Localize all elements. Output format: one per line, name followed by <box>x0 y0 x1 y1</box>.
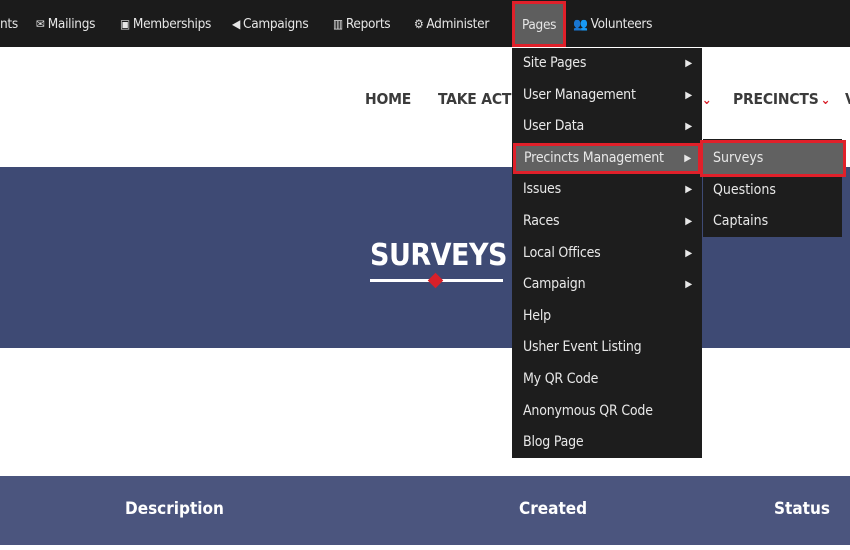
menu-item-campaign[interactable]: Campaign ▶ <box>512 269 702 300</box>
menu-item-local-offices[interactable]: Local Offices ▶ <box>512 238 702 269</box>
menu-item-label: Local Offices <box>523 244 601 261</box>
menu-item-label: Anonymous QR Code <box>523 402 653 419</box>
toolbar-label: Pages <box>522 17 557 33</box>
submenu-item-surveys[interactable]: Surveys <box>700 140 846 177</box>
column-created[interactable]: Created <box>519 499 587 519</box>
nav-item-partial-right[interactable]: V <box>845 90 850 108</box>
envelope-icon: ✉ <box>36 17 45 31</box>
menu-item-label: Issues <box>523 181 561 198</box>
caret-right-icon: ▶ <box>685 216 692 227</box>
menu-item-blog-page[interactable]: Blog Page <box>512 427 702 458</box>
toolbar-item-memberships[interactable]: ▣ Memberships <box>120 0 211 47</box>
chevron-down-icon: ⌄ <box>701 93 712 108</box>
gears-icon: ⚙ <box>414 17 424 31</box>
menu-item-label: Precincts Management <box>524 149 664 166</box>
admin-toolbar: nts ✉ Mailings ▣ Memberships ◀ Campaigns ▥ R… <box>0 0 850 47</box>
menu-item-label: My QR Code <box>523 371 599 387</box>
bullhorn-icon: ◀ <box>232 17 241 31</box>
toolbar-item-reports[interactable]: ▥ Reports <box>333 0 391 47</box>
bar-chart-icon: ▥ <box>333 17 343 31</box>
caret-right-icon: ▶ <box>685 58 692 69</box>
column-description[interactable]: Description <box>125 499 224 519</box>
table-header: Description Created Status <box>0 476 850 545</box>
toolbar-item-administer[interactable]: ⚙ Administer <box>414 0 489 47</box>
nav-home[interactable]: HOME <box>365 90 411 108</box>
menu-item-label: Usher Event Listing <box>523 339 642 356</box>
id-card-icon: ▣ <box>120 17 130 31</box>
submenu-item-questions[interactable]: Questions <box>703 175 842 206</box>
nav-label: PRECINCTS <box>733 90 819 108</box>
chevron-down-icon: ⌄ <box>820 93 831 108</box>
nav-take-action[interactable]: TAKE ACTI <box>438 90 516 108</box>
menu-item-usher-event-listing[interactable]: Usher Event Listing <box>512 332 702 363</box>
menu-item-races[interactable]: Races ▶ <box>512 206 702 237</box>
toolbar-item-volunteers[interactable]: 👥 Volunteers <box>573 0 652 47</box>
page-title: SURVEYS <box>370 238 507 273</box>
menu-item-label: User Management <box>523 86 636 103</box>
menu-item-label: User Data <box>523 118 584 135</box>
menu-item-issues[interactable]: Issues ▶ <box>512 174 702 205</box>
menu-item-label: Campaign <box>523 276 586 293</box>
toolbar-label: nts <box>0 16 18 32</box>
menu-item-my-qr-code[interactable]: My QR Code <box>512 364 702 395</box>
caret-right-icon: ▶ <box>685 121 692 133</box>
toolbar-label: Administer <box>426 16 490 32</box>
menu-item-label: Blog Page <box>523 434 584 451</box>
menu-item-precincts-management[interactable]: Precincts Management ▶ <box>513 142 701 174</box>
toolbar-item-campaigns[interactable]: ◀ Campaigns <box>232 0 309 47</box>
precincts-submenu: Surveys Questions Captains <box>700 139 846 237</box>
toolbar-item-mailings[interactable]: ✉ Mailings <box>36 0 95 47</box>
menu-item-label: Site Pages <box>523 55 587 71</box>
menu-item-label: Help <box>523 307 551 324</box>
menu-item-help[interactable]: Help <box>512 301 702 332</box>
caret-right-icon: ▶ <box>685 89 692 101</box>
menu-item-site-pages[interactable]: Site Pages ▶ <box>512 48 702 79</box>
toolbar-label: Memberships <box>132 16 212 32</box>
caret-right-icon: ▶ <box>685 184 692 196</box>
nav-precincts[interactable]: PRECINCTS ⌄ <box>733 90 830 108</box>
menu-item-label: Races <box>523 213 560 229</box>
toolbar-item-events[interactable]: nts <box>0 0 18 47</box>
pages-dropdown-menu: Site Pages ▶ User Management ▶ User Data ▶ Pre… <box>512 48 702 458</box>
column-status[interactable]: Status <box>774 499 830 519</box>
toolbar-label: Campaigns <box>243 16 309 32</box>
menu-item-anonymous-qr-code[interactable]: Anonymous QR Code <box>512 396 702 427</box>
toolbar-label: Mailings <box>47 16 96 32</box>
caret-right-icon: ▶ <box>685 247 692 259</box>
menu-item-user-data[interactable]: User Data ▶ <box>512 111 702 142</box>
submenu-item-captains[interactable]: Captains <box>703 206 842 237</box>
toolbar-item-pages[interactable]: Pages <box>512 1 567 47</box>
caret-right-icon: ▶ <box>685 279 692 291</box>
toolbar-label: Volunteers <box>590 16 653 32</box>
users-icon: 👥 <box>573 17 588 31</box>
menu-item-user-management[interactable]: User Management ▶ <box>512 80 702 111</box>
toolbar-label: Reports <box>345 16 391 32</box>
caret-right-icon: ▶ <box>684 152 691 164</box>
